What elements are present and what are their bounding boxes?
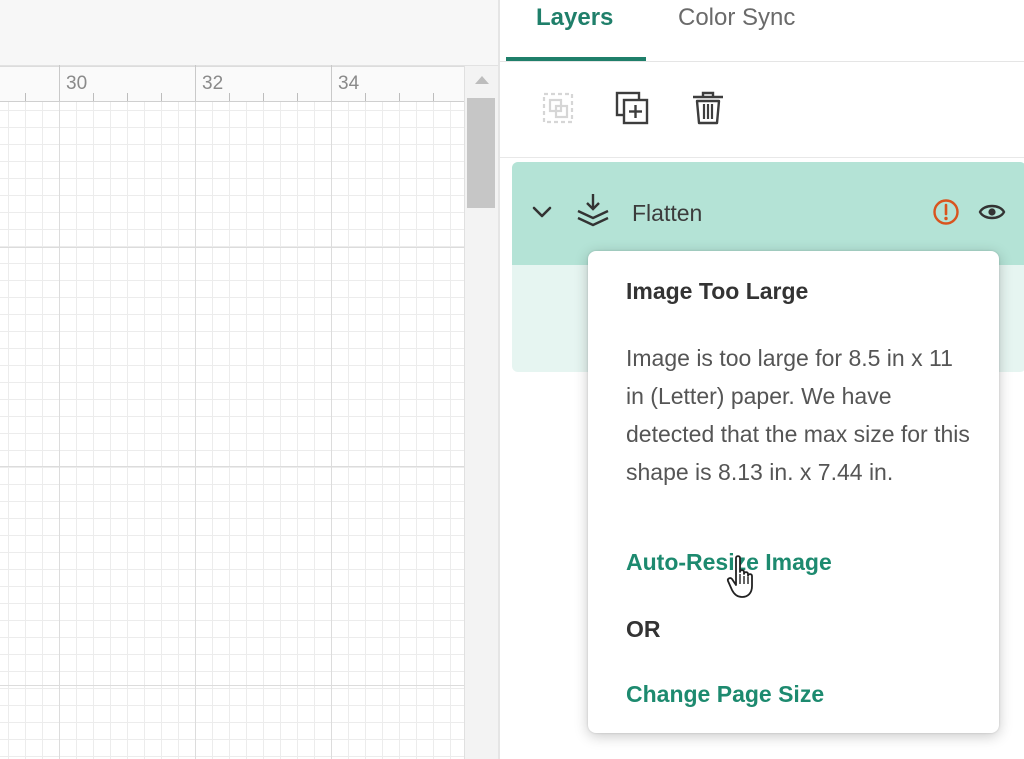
delete-icon (693, 91, 723, 125)
ruler-major-tick (195, 65, 196, 101)
ruler-major-tick (59, 65, 60, 101)
ruler-minor-tick (365, 93, 366, 101)
ruler-minor-tick (297, 93, 298, 101)
canvas-grid[interactable] (0, 102, 464, 759)
popover-message: Image is too large for 8.5 in x 11 in (L… (626, 345, 970, 485)
ruler-major-tick (331, 65, 332, 101)
change-page-size-link[interactable]: Change Page Size (626, 681, 824, 708)
tab-color-sync[interactable]: Color Sync (678, 0, 795, 62)
eye-icon[interactable] (978, 200, 1006, 224)
active-tab-indicator (506, 57, 646, 61)
tab-layers[interactable]: Layers (536, 0, 613, 62)
delete-button[interactable] (686, 86, 730, 130)
layer-toolbar (500, 62, 1024, 158)
image-too-large-popover: Image Too Large Image is too large for 8… (588, 251, 999, 733)
ruler-minor-tick (229, 93, 230, 101)
canvas-top-bar (0, 0, 498, 66)
popover-title: Image Too Large (626, 278, 809, 304)
ruler-minor-tick (161, 93, 162, 101)
flatten-icon (577, 194, 609, 227)
group-icon (542, 92, 574, 124)
layer-row-flatten[interactable]: Flatten (512, 162, 1024, 265)
warning-icon[interactable] (932, 198, 960, 226)
panel-tabs: Layers Color Sync (500, 0, 1024, 62)
or-separator: OR (626, 616, 661, 642)
design-canvas[interactable]: 30 32 34 (0, 0, 498, 759)
scroll-up-arrow-icon[interactable] (475, 76, 489, 84)
horizontal-ruler: 30 32 34 (0, 65, 464, 102)
hand-pointer-cursor-icon (726, 555, 753, 598)
ruler-label: 30 (66, 73, 88, 94)
chevron-down-icon[interactable] (530, 200, 554, 224)
group-button[interactable] (536, 86, 580, 130)
ruler-minor-tick (399, 93, 400, 101)
layer-name[interactable]: Flatten (632, 200, 702, 227)
ruler-label: 32 (202, 73, 224, 94)
ruler-minor-tick (25, 93, 26, 101)
duplicate-icon (615, 91, 649, 125)
duplicate-button[interactable] (610, 86, 654, 130)
scrollbar-thumb[interactable] (467, 98, 495, 208)
ruler-minor-tick (433, 93, 434, 101)
ruler-label: 34 (338, 73, 360, 94)
ruler-minor-tick (263, 93, 264, 101)
ruler-minor-tick (127, 93, 128, 101)
vertical-scrollbar[interactable] (464, 66, 498, 759)
ruler-minor-tick (93, 93, 94, 101)
